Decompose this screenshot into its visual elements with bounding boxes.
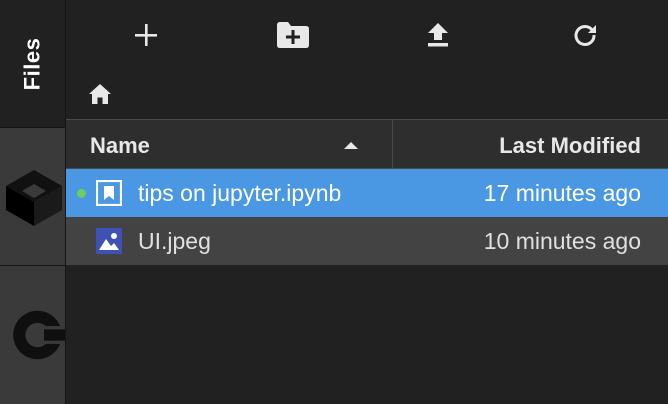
sidebar-tab-files[interactable]: Files (0, 0, 65, 128)
new-launcher-button[interactable] (126, 16, 166, 54)
refresh-icon (574, 25, 596, 46)
column-header-modified-label: Last Modified (499, 133, 641, 158)
jupyterlab-window: Files Name Last Modified tips on jupyter… (0, 0, 668, 404)
file-modified: 10 minutes ago (483, 228, 641, 254)
column-header-name-label: Name (90, 133, 150, 158)
cube-icon (5, 169, 62, 226)
sidebar-tab-cube[interactable] (0, 128, 65, 266)
sidebar-tab-running[interactable] (0, 266, 65, 404)
file-row-notebook[interactable]: tips on jupyter.ipynb 17 minutes ago (66, 169, 668, 217)
new-folder-button[interactable] (273, 16, 313, 54)
notebook-file-icon (96, 180, 122, 206)
file-name: tips on jupyter.ipynb (138, 180, 342, 206)
home-icon (89, 83, 111, 104)
file-modified: 17 minutes ago (483, 180, 641, 206)
running-indicator-icon (77, 189, 86, 198)
file-browser: Name Last Modified tips on jupyter.ipynb… (66, 0, 668, 404)
new-folder-icon (277, 22, 309, 48)
breadcrumb (88, 82, 112, 110)
sidebar-tab-files-label: Files (19, 37, 45, 90)
breadcrumb-home[interactable] (88, 83, 112, 110)
column-header-modified[interactable]: Last Modified (393, 120, 668, 168)
left-sidebar: Files (0, 0, 66, 404)
upload-button[interactable] (418, 16, 458, 54)
file-browser-toolbar (66, 0, 668, 70)
refresh-button[interactable] (565, 16, 605, 54)
plus-icon (135, 24, 157, 46)
file-name: UI.jpeg (138, 228, 211, 254)
upload-icon (428, 23, 448, 47)
listing-header: Name Last Modified (66, 119, 668, 169)
running-sessions-icon (13, 310, 65, 360)
column-header-name[interactable]: Name (66, 120, 393, 168)
image-file-icon (96, 228, 122, 254)
sort-ascending-icon (344, 142, 358, 149)
file-list: tips on jupyter.ipynb 17 minutes ago UI.… (66, 169, 668, 265)
file-row-image[interactable]: UI.jpeg 10 minutes ago (66, 217, 668, 265)
